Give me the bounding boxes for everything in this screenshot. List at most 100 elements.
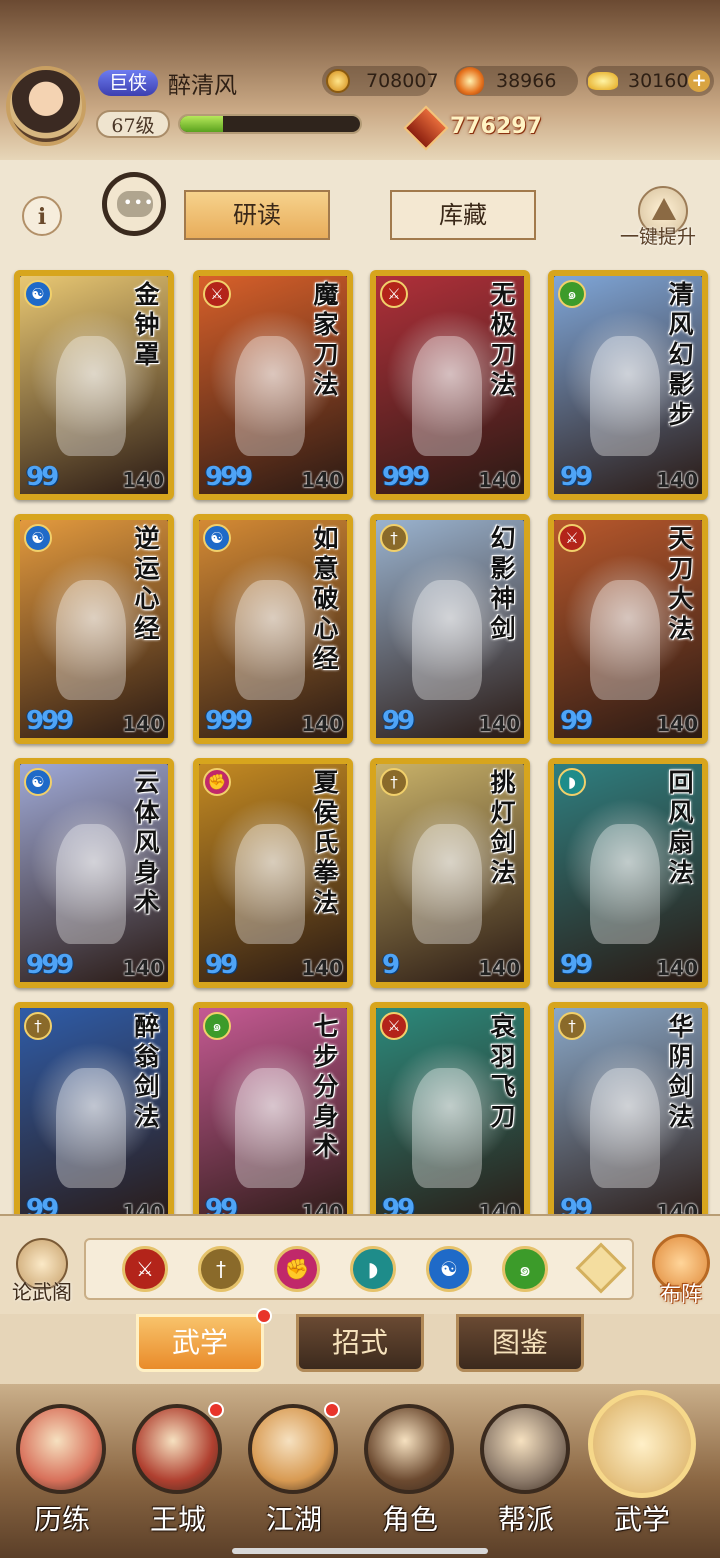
combat-power-icon <box>403 105 449 151</box>
skill-card[interactable]: ⚔ 天刀大法 99 140 <box>548 514 708 744</box>
skill-level: 140 <box>301 712 343 736</box>
upgrade-all-button[interactable]: 一键提升 <box>620 186 716 252</box>
skill-card[interactable]: † 醉翁剑法 99 140 <box>14 1002 174 1214</box>
subtab-codex[interactable]: 图鉴 <box>456 1314 584 1372</box>
gold-ingot-value: 30160 <box>628 70 689 92</box>
skill-card[interactable]: ◗ 回风扇法 99 140 <box>548 758 708 988</box>
fan-filter-icon[interactable]: ◗ <box>350 1246 396 1292</box>
skill-quality: 99 <box>560 1194 593 1214</box>
skill-card[interactable]: ⚔ 哀羽飞刀 99 140 <box>370 1002 530 1214</box>
skill-quality: 99 <box>382 1194 415 1214</box>
skill-card[interactable]: ๑ 清风幻影步 99 140 <box>548 270 708 500</box>
skill-card[interactable]: † 华阴剑法 99 140 <box>548 1002 708 1214</box>
hero-figure <box>412 824 482 944</box>
notification-dot <box>256 1308 272 1324</box>
gold-ingot-icon <box>588 72 618 90</box>
skill-name: 天刀大法 <box>668 524 694 643</box>
notification-dot <box>208 1402 224 1418</box>
yin-yang-icon: ☯ <box>203 524 231 552</box>
gold-ingot-currency[interactable]: 30160 + <box>586 66 714 96</box>
skill-quality: 99 <box>382 706 415 736</box>
chat-button[interactable] <box>102 172 166 236</box>
hero-figure <box>56 1068 126 1188</box>
flame-token-value: 38966 <box>496 70 557 92</box>
exp-bar <box>178 114 362 134</box>
yin-yang-icon: ☯ <box>24 768 52 796</box>
subtab-moves[interactable]: 招式 <box>296 1314 424 1372</box>
sub-tabs: 武学 招式 图鉴 <box>0 1308 720 1384</box>
blade-icon: ⚔ <box>380 280 408 308</box>
lunwu-pavilion-button[interactable]: 论武阁 <box>6 1234 76 1310</box>
player-avatar[interactable] <box>6 66 86 146</box>
skill-level: 140 <box>656 468 698 492</box>
skill-quality: 999 <box>26 950 74 980</box>
skill-name: 如意破心经 <box>313 524 339 673</box>
hero-figure <box>590 336 660 456</box>
hero-figure <box>590 580 660 700</box>
rank-badge: 巨侠 <box>98 70 158 96</box>
nav-label: 江湖 <box>265 1503 322 1536</box>
nav-jianghu[interactable]: 江湖 <box>236 1394 352 1550</box>
wind-icon: ๑ <box>203 1012 231 1040</box>
martial-arts-icon <box>588 1390 696 1498</box>
wind-filter-icon[interactable]: ๑ <box>502 1246 548 1292</box>
skill-level: 140 <box>301 1200 343 1214</box>
skill-card[interactable]: † 幻影神剑 99 140 <box>370 514 530 744</box>
skill-card[interactable]: ⚔ 魔家刀法 999 140 <box>193 270 353 500</box>
copper-coin-currency[interactable]: 708007 <box>322 66 439 96</box>
skill-card[interactable]: ☯ 逆运心经 999 140 <box>14 514 174 744</box>
subtab-martial-arts[interactable]: 武学 <box>136 1314 264 1372</box>
royal-city-icon <box>132 1404 222 1494</box>
nav-label: 历练 <box>33 1503 90 1536</box>
formation-button[interactable]: 布阵 <box>644 1228 718 1310</box>
skill-quality: 99 <box>560 462 593 492</box>
upgrade-all-label: 一键提升 <box>620 226 697 248</box>
skill-level: 140 <box>122 1200 164 1214</box>
skill-quality: 99 <box>26 1194 59 1214</box>
skill-name: 云体风身术 <box>134 768 160 917</box>
skill-name: 回风扇法 <box>668 768 694 887</box>
type-filter-strip: ⚔ † ✊ ◗ ☯ ๑ <box>84 1238 634 1300</box>
hero-figure <box>235 336 305 456</box>
tab-read[interactable]: 研读 <box>184 190 330 240</box>
fist-filter-icon[interactable]: ✊ <box>274 1246 320 1292</box>
info-button[interactable]: i <box>22 196 62 236</box>
skill-level: 140 <box>656 1200 698 1214</box>
hero-figure <box>412 580 482 700</box>
skill-level: 140 <box>122 468 164 492</box>
chat-icon <box>117 191 154 217</box>
skill-card[interactable]: † 挑灯剑法 9 140 <box>370 758 530 988</box>
blade-filter-icon[interactable]: ⚔ <box>122 1246 168 1292</box>
flame-token-icon <box>456 67 484 95</box>
skill-level: 140 <box>656 712 698 736</box>
nav-martial-arts[interactable]: 武学 <box>584 1390 700 1550</box>
sword-filter-icon[interactable]: † <box>198 1246 244 1292</box>
home-indicator <box>232 1548 488 1554</box>
sword-icon: † <box>380 768 408 796</box>
tab-storage[interactable]: 库藏 <box>390 190 536 240</box>
skill-card[interactable]: ☯ 云体风身术 999 140 <box>14 758 174 988</box>
skill-quality: 999 <box>26 706 74 736</box>
skill-quality: 999 <box>205 462 253 492</box>
nav-character[interactable]: 角色 <box>352 1394 468 1550</box>
nav-royal-city[interactable]: 王城 <box>120 1394 236 1550</box>
yin-yang-icon: ☯ <box>24 524 52 552</box>
copper-coin-icon <box>326 69 350 93</box>
yin-yang-filter-icon[interactable]: ☯ <box>426 1246 472 1292</box>
bottom-nav: 历练 王城 江湖 角色 帮派 武学 <box>0 1384 720 1558</box>
add-gold-icon[interactable]: + <box>688 70 710 92</box>
skill-card[interactable]: ⚔ 无极刀法 999 140 <box>370 270 530 500</box>
skill-card[interactable]: ✊ 夏侯氏拳法 99 140 <box>193 758 353 988</box>
skill-name: 魔家刀法 <box>313 280 339 399</box>
filter-bar: 论武阁 ⚔ † ✊ ◗ ☯ ๑ 布阵 <box>0 1214 720 1316</box>
nav-training[interactable]: 历练 <box>4 1394 120 1550</box>
nav-guild[interactable]: 帮派 <box>468 1394 584 1550</box>
nav-label: 角色 <box>381 1503 438 1536</box>
all-filter-icon[interactable] <box>575 1242 627 1294</box>
skill-quality: 999 <box>382 462 430 492</box>
skill-card[interactable]: ๑ 七步分身术 99 140 <box>193 1002 353 1214</box>
skill-card[interactable]: ☯ 金钟罩 99 140 <box>14 270 174 500</box>
skill-card[interactable]: ☯ 如意破心经 999 140 <box>193 514 353 744</box>
flame-token-currency[interactable]: 38966 <box>454 66 578 96</box>
formation-label: 布阵 <box>660 1282 702 1306</box>
